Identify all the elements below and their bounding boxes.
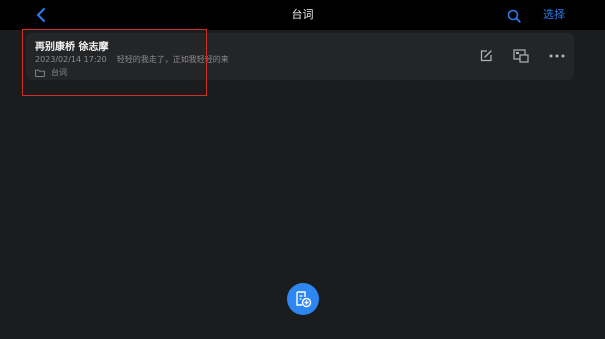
note-meta: 2023/02/14 17:20 轻轻的我走了，正如我轻轻的来: [35, 54, 229, 65]
note-folder: 台词: [35, 67, 67, 78]
move-to-folder-icon: [513, 49, 529, 63]
top-bar: 台词 选择: [0, 0, 605, 30]
new-note-icon: [296, 291, 312, 308]
more-icon: [549, 54, 565, 58]
note-card[interactable]: 再别康桥 徐志摩 2023/02/14 17:20 轻轻的我走了，正如我轻轻的来 …: [26, 33, 574, 80]
note-date: 2023/02/14 17:20: [35, 55, 107, 64]
new-note-button[interactable]: [287, 283, 319, 315]
note-title: 再别康桥 徐志摩: [35, 42, 109, 53]
folder-name: 台词: [51, 68, 67, 77]
edit-icon: [480, 50, 492, 62]
more-button[interactable]: [548, 47, 566, 65]
back-button[interactable]: [30, 5, 52, 25]
chevron-left-icon: [37, 8, 45, 22]
folder-icon: [35, 69, 45, 77]
search-button[interactable]: [505, 7, 523, 25]
edit-button[interactable]: [477, 47, 495, 65]
move-button[interactable]: [512, 47, 530, 65]
select-button[interactable]: 选择: [543, 6, 565, 24]
search-icon: [507, 9, 521, 23]
note-snippet: 轻轻的我走了，正如我轻轻的来: [116, 55, 229, 64]
